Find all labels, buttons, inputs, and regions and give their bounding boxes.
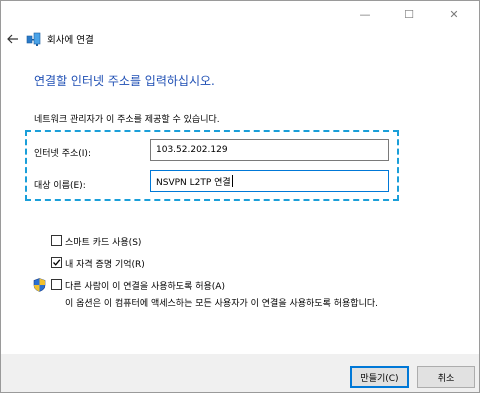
create-button[interactable]: 만들기(C) (350, 366, 409, 388)
create-button-label: 만들기(C) (360, 373, 399, 384)
close-icon: ✕ (449, 7, 459, 21)
internet-address-value: 103.52.202.129 (156, 145, 228, 155)
smart-card-checkbox[interactable] (51, 235, 62, 246)
cancel-button[interactable]: 취소 (417, 366, 475, 388)
text-caret (231, 175, 233, 187)
maximize-icon: ☐ (404, 7, 414, 21)
destination-name-value: NSVPN L2TP 연결 (156, 177, 231, 188)
internet-address-label: 인터넷 주소(I): (34, 149, 91, 159)
allow-others-label: 다른 사람이 이 연결을 사용하도록 허용(A) (65, 282, 225, 292)
connect-workplace-dialog: — ☐ ✕ 회사에 연결 연결할 인터넷 주소를 입력하십시오. 네트워크 관리… (0, 0, 480, 393)
smart-card-label: 스마트 카드 사용(S) (65, 238, 142, 248)
checkmark-icon (53, 259, 61, 266)
minimize-icon: — (359, 7, 371, 21)
back-arrow-icon (7, 34, 18, 44)
uac-shield-icon (33, 278, 46, 292)
internet-address-input[interactable]: 103.52.202.129 (150, 139, 389, 161)
destination-name-input[interactable]: NSVPN L2TP 연결 (150, 170, 389, 192)
remember-credentials-label: 내 자격 증명 기억(R) (65, 260, 145, 270)
allow-others-description: 이 옵션은 이 컴퓨터에 액세스하는 모든 사용자가 이 연결을 사용하도록 허… (65, 299, 378, 309)
dialog-footer: 만들기(C) 취소 (1, 354, 479, 392)
allow-others-checkbox[interactable] (51, 279, 62, 290)
close-button[interactable]: ✕ (432, 1, 476, 27)
page-heading: 연결할 인터넷 주소를 입력하십시오. (34, 74, 215, 88)
window-title: 회사에 연결 (47, 35, 94, 46)
minimize-button[interactable]: — (343, 1, 387, 27)
info-text: 네트워크 관리자가 이 주소를 제공할 수 있습니다. (34, 115, 220, 125)
network-connection-icon (26, 31, 42, 47)
cancel-button-label: 취소 (437, 373, 455, 384)
destination-name-label: 대상 이름(E): (34, 181, 86, 191)
maximize-button[interactable]: ☐ (387, 1, 431, 27)
remember-credentials-checkbox[interactable] (51, 257, 62, 268)
back-button[interactable] (5, 31, 21, 47)
